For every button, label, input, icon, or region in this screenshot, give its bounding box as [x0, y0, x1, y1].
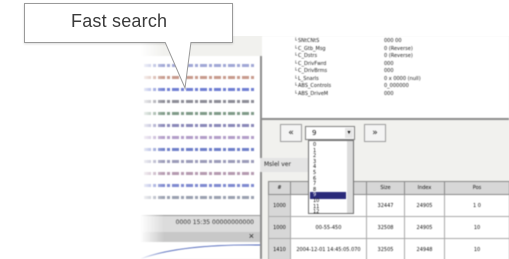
- tree-row-value: 0_000000: [384, 83, 409, 89]
- tree-connector-icon: └: [294, 53, 298, 59]
- table-cell: 24948: [404, 238, 445, 259]
- tree-row[interactable]: └ ABS_DriveM 000: [262, 91, 509, 97]
- tree-connector-icon: └: [294, 68, 298, 74]
- tree-row-key: C_Gtb_Msg: [298, 45, 326, 52]
- waveform-row: [144, 160, 256, 163]
- table-cell: 1000: [268, 216, 291, 239]
- table-header-row: # Size Index Pos: [268, 181, 509, 195]
- tree-row-key: C_DrivBrms: [298, 68, 328, 74]
- tree-connector-icon: └: [294, 90, 298, 97]
- dropdown-option[interactable]: 12: [310, 209, 346, 216]
- callout-label: Fast search: [71, 11, 168, 31]
- tree-row-key: L_Snarls: [298, 75, 319, 82]
- tree-row[interactable]: └ SNtCNtS 000 00: [262, 38, 509, 44]
- column-header-size[interactable]: Size: [366, 181, 405, 195]
- previous-button[interactable]: «: [280, 124, 302, 142]
- frame-select-value: 9: [312, 129, 317, 137]
- table-cell: 24905: [404, 216, 445, 239]
- tree-row[interactable]: └ C_DrivBrms 000: [262, 68, 509, 74]
- table-cell: 2004-12-01 14:45:05.070: [290, 238, 367, 259]
- waveform-row: [144, 184, 256, 187]
- table-cell: 32508: [366, 216, 405, 239]
- bottom-panel: ×: [140, 231, 262, 259]
- waveform-row: [144, 100, 256, 103]
- signal-tree: └ SNtCNtS 000 00 └ C_Gtb_Msg 0 (Reverse) └ C_Ds…: [262, 36, 509, 120]
- tree-connector-icon: └: [294, 60, 298, 67]
- waveform-footer: 0000 15:35 00000000000: [140, 215, 260, 232]
- table-cell: 32505: [366, 238, 405, 259]
- table-row[interactable]: 1000 00-55-450 32508 24905 10: [268, 216, 509, 239]
- waveform-row: [144, 136, 256, 139]
- table-cell: 10: [444, 216, 509, 239]
- tree-row-key: C_DrivFwrd: [298, 60, 327, 67]
- waveform-row: [144, 112, 256, 115]
- table-cell: 00-55-450: [290, 216, 367, 239]
- table-cell: 1410: [268, 238, 291, 259]
- tree-row-key: C_Dstrs: [298, 53, 318, 59]
- tree-row-value: 000: [384, 60, 394, 67]
- tree-row-value: 000: [384, 90, 394, 97]
- tree-row[interactable]: └ ABS_Controls 0_000000: [262, 83, 509, 89]
- tree-row-key: SNtCNtS: [298, 38, 320, 44]
- column-header-index[interactable]: Index: [404, 181, 445, 195]
- bottom-panel-titlebar: ×: [140, 231, 260, 242]
- callout-pointer: [165, 42, 192, 90]
- table-cell: 1000: [268, 194, 291, 217]
- tree-row[interactable]: └ C_Dstrs 0 (Reverse): [262, 53, 509, 59]
- tree-connector-icon: └: [294, 38, 298, 44]
- tree-row[interactable]: └ C_Gtb_Msg 0 (Reverse): [262, 46, 509, 52]
- table-cell: 10: [444, 238, 509, 259]
- tree-row-value: 000 00: [384, 38, 402, 44]
- callout-box: Fast search: [24, 3, 233, 43]
- tree-row[interactable]: └ C_DrivFwrd 000: [262, 61, 509, 67]
- waveform-row: [144, 172, 256, 175]
- frame-select-dropdown: 0 1 2 3 4 5 6 7 8 9 10 11 12: [308, 140, 354, 216]
- chevron-down-icon[interactable]: ▾: [345, 128, 353, 138]
- table-row[interactable]: 100000-07-05032447249051 0: [268, 194, 509, 217]
- frames-table: # Size Index Pos 100000-07-0503244724905…: [268, 181, 509, 259]
- next-button[interactable]: »: [364, 124, 386, 142]
- table-row[interactable]: 1410 2004-12-01 14:45:05.070 32505 24948 10: [268, 238, 509, 259]
- table-cell: 1 0: [444, 194, 509, 217]
- tree-connector-icon: └: [294, 83, 298, 89]
- tree-row-value: 0 x 0000 (null): [384, 75, 421, 82]
- close-icon[interactable]: ×: [249, 231, 254, 241]
- status-label: Mslel ver: [260, 158, 312, 172]
- tree-row[interactable]: └ L_Snarls 0 x 0000 (null): [262, 76, 509, 82]
- tree-connector-icon: └: [294, 45, 298, 52]
- table-cell: 24905: [404, 194, 445, 217]
- table-body: 100000-07-05032447249051 0100000-55-4503…: [268, 194, 509, 259]
- curve-plot: [140, 244, 260, 259]
- waveform-row: [144, 124, 256, 127]
- tree-row-value: 0 (Reverse): [384, 45, 413, 52]
- tree-row-value: 000: [384, 68, 394, 74]
- frame-select[interactable]: 9 ▾: [305, 126, 355, 140]
- tree-connector-icon: └: [294, 75, 298, 82]
- column-header-number[interactable]: #: [268, 181, 291, 195]
- waveform-footer-text: 0000 15:35 00000000000: [175, 219, 254, 226]
- column-header-position[interactable]: Pos: [444, 181, 509, 195]
- tree-row-key: ABS_DriveM: [298, 90, 329, 97]
- table-cell: 32447: [366, 194, 405, 217]
- dropdown-scrollbar[interactable]: [347, 141, 353, 213]
- tree-row-key: ABS_Controls: [298, 83, 332, 89]
- waveform-row: [144, 196, 256, 199]
- tree-row-value: 0 (Reverse): [384, 53, 413, 59]
- waveform-row: [144, 148, 256, 151]
